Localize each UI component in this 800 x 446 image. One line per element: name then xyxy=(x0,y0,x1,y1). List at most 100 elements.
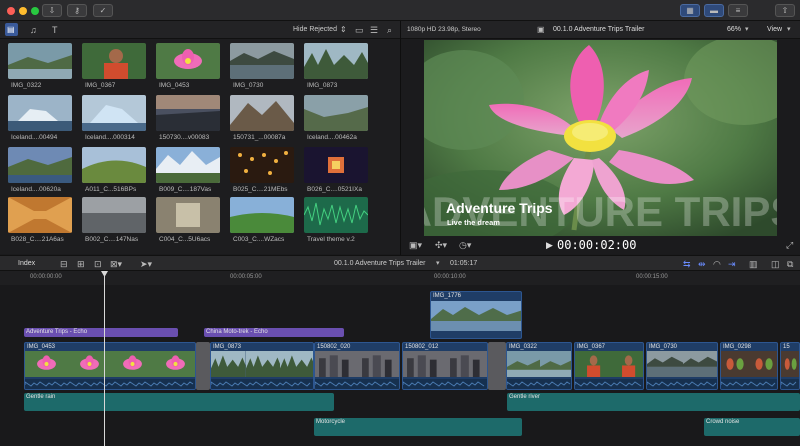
photos-audio-icon[interactable]: ♫ xyxy=(30,25,37,35)
inspector-toggle-button[interactable]: ≡ xyxy=(728,4,748,17)
storyline-clip[interactable]: 150802_012 xyxy=(402,342,488,390)
clip-name: IMG_0322 xyxy=(509,344,538,350)
transition[interactable] xyxy=(488,342,506,390)
clip-thumbnail[interactable] xyxy=(230,43,294,79)
clip-name: Iceland....00620a xyxy=(11,186,61,193)
audio-clip[interactable]: Crowd noise xyxy=(704,418,800,436)
clip-thumbnail[interactable] xyxy=(230,147,294,183)
audio-waveform xyxy=(25,379,195,389)
timeline-toggle-button[interactable]: ▬ xyxy=(704,4,724,17)
chevron-down-icon[interactable]: ▾ xyxy=(745,25,749,35)
audio-skimming-icon[interactable]: ⇹ xyxy=(698,259,706,269)
import-button[interactable]: ⇩ xyxy=(42,4,62,17)
download-icon: ⇩ xyxy=(48,6,56,15)
title-clip[interactable]: China Moto-trek - Echo xyxy=(204,328,344,337)
index-button[interactable]: Index xyxy=(18,260,35,267)
connect-clip-icon[interactable]: ⊟ xyxy=(60,259,68,269)
connected-clip[interactable]: IMG_1776 xyxy=(430,291,522,339)
clip-thumbnail[interactable] xyxy=(304,197,368,233)
clip-thumbnail[interactable] xyxy=(304,95,368,131)
clip-name: B028_C....21A6as xyxy=(11,236,64,243)
headphones-icon[interactable]: ◠ xyxy=(713,259,721,269)
video-frame[interactable]: ADVENTURE TRIPS Adventure Trips Live the… xyxy=(424,40,777,236)
playhead[interactable] xyxy=(104,271,105,446)
storyline-clip[interactable]: IMG_0453 xyxy=(24,342,196,390)
insert-clip-icon[interactable]: ⊞ xyxy=(77,259,85,269)
ruler-label: 00:00:05:00 xyxy=(230,274,262,280)
audio-waveform xyxy=(211,379,313,389)
append-clip-icon[interactable]: ⊡ xyxy=(94,259,102,269)
transition[interactable] xyxy=(196,342,210,390)
skimming-icon[interactable]: ⇆ xyxy=(683,259,691,269)
timeline-project-name[interactable]: 00.1.0 Adventure Trips Trailer xyxy=(334,260,425,267)
clip-thumbnail[interactable] xyxy=(156,43,220,79)
close-window-button[interactable] xyxy=(7,7,15,15)
storyline-clip[interactable]: IMG_0730 xyxy=(646,342,718,390)
storyline-clip[interactable]: IMG_0873 xyxy=(210,342,314,390)
clip-thumbnail[interactable] xyxy=(156,197,220,233)
storyline-clip[interactable]: IMG_0322 xyxy=(506,342,572,390)
clip-appearance-icon[interactable]: ▭ xyxy=(355,25,364,35)
audio-waveform xyxy=(781,379,799,389)
share-button[interactable]: ⇧ xyxy=(775,4,795,17)
search-icon[interactable]: ⌕ xyxy=(387,25,392,35)
clip-appearance-icon[interactable]: ▥ xyxy=(749,259,758,269)
titles-generators-icon[interactable]: T xyxy=(52,25,58,35)
clip-thumbnail[interactable] xyxy=(304,147,368,183)
overwrite-clip-icon[interactable]: ⊠▾ xyxy=(110,259,122,269)
transform-icon[interactable]: ✣▾ xyxy=(435,240,447,250)
chevron-down-icon[interactable]: ▾ xyxy=(787,25,791,35)
clip-thumbnail[interactable] xyxy=(8,95,72,131)
filter-menu[interactable]: Hide Rejected xyxy=(293,26,337,33)
snapping-icon[interactable]: ⇥ xyxy=(728,259,736,269)
clip-thumbnail[interactable] xyxy=(304,43,368,79)
checkmark-icon: ✓ xyxy=(99,6,107,15)
arrow-tool-icon[interactable]: ➤▾ xyxy=(140,259,152,269)
clip-thumbnail[interactable] xyxy=(82,147,146,183)
clip-name: 150802_020 xyxy=(317,344,351,350)
filmstrip xyxy=(25,351,195,377)
effects-icon[interactable]: ◫ xyxy=(771,259,780,269)
clip-thumbnail[interactable] xyxy=(82,95,146,131)
clip-name: Gentle river xyxy=(509,394,541,400)
title-clip[interactable]: Adventure Trips - Echo xyxy=(24,328,178,337)
minimize-window-button[interactable] xyxy=(19,7,27,15)
clip-thumbnail[interactable] xyxy=(156,95,220,131)
clip-name: IMG_0367 xyxy=(577,344,606,350)
speed-icon[interactable]: ◷▾ xyxy=(459,240,471,250)
audio-clip[interactable]: Gentle rain xyxy=(24,393,334,411)
timeline-ruler[interactable]: 00:00:00:00 00:00:05:00 00:00:10:00 00:0… xyxy=(0,271,800,285)
storyline-clip[interactable]: IMG_0367 xyxy=(574,342,644,390)
fullscreen-icon[interactable]: ⤢ xyxy=(786,240,793,250)
libraries-tab[interactable]: ▤ xyxy=(5,23,18,36)
audio-clip[interactable]: Motorcycle xyxy=(314,418,522,436)
storyline-clip[interactable]: 150802_020 xyxy=(314,342,400,390)
clip-thumbnail[interactable] xyxy=(8,43,72,79)
audio-clip[interactable]: Gentle river xyxy=(507,393,800,411)
clip-name: IMG_0873 xyxy=(307,82,338,89)
clip-thumbnail[interactable] xyxy=(230,197,294,233)
timecode-display[interactable]: 00:00:02:00 xyxy=(557,238,636,252)
keywords-button[interactable]: ⚷ xyxy=(67,4,87,17)
view-menu[interactable]: View xyxy=(767,26,782,33)
clip-thumbnail[interactable] xyxy=(82,43,146,79)
transitions-icon[interactable]: ⧉ xyxy=(787,259,793,269)
zoom-window-button[interactable] xyxy=(31,7,39,15)
list-view-icon[interactable]: ☰ xyxy=(370,25,378,35)
crop-icon[interactable]: ▣▾ xyxy=(409,240,422,250)
clip-thumbnail[interactable] xyxy=(8,197,72,233)
background-tasks-button[interactable]: ✓ xyxy=(93,4,113,17)
storyline-clip[interactable]: IMG_0298 xyxy=(720,342,778,390)
clip-thumbnail[interactable] xyxy=(8,147,72,183)
chevron-down-icon[interactable]: ▾ xyxy=(436,259,440,269)
clip-thumbnail[interactable] xyxy=(230,95,294,131)
storyline-clip[interactable]: 15 xyxy=(780,342,800,390)
play-icon[interactable]: ▶ xyxy=(546,240,553,250)
clip-name: Motorcycle xyxy=(316,419,346,425)
zoom-menu[interactable]: 66% xyxy=(727,26,741,33)
chevron-updown-icon[interactable]: ⇕ xyxy=(340,25,347,35)
viewer-project-title: 00.1.0 Adventure Trips Trailer xyxy=(553,26,645,33)
clip-thumbnail[interactable] xyxy=(82,197,146,233)
clip-thumbnail[interactable] xyxy=(156,147,220,183)
browser-toggle-button[interactable]: ▦ xyxy=(680,4,700,17)
